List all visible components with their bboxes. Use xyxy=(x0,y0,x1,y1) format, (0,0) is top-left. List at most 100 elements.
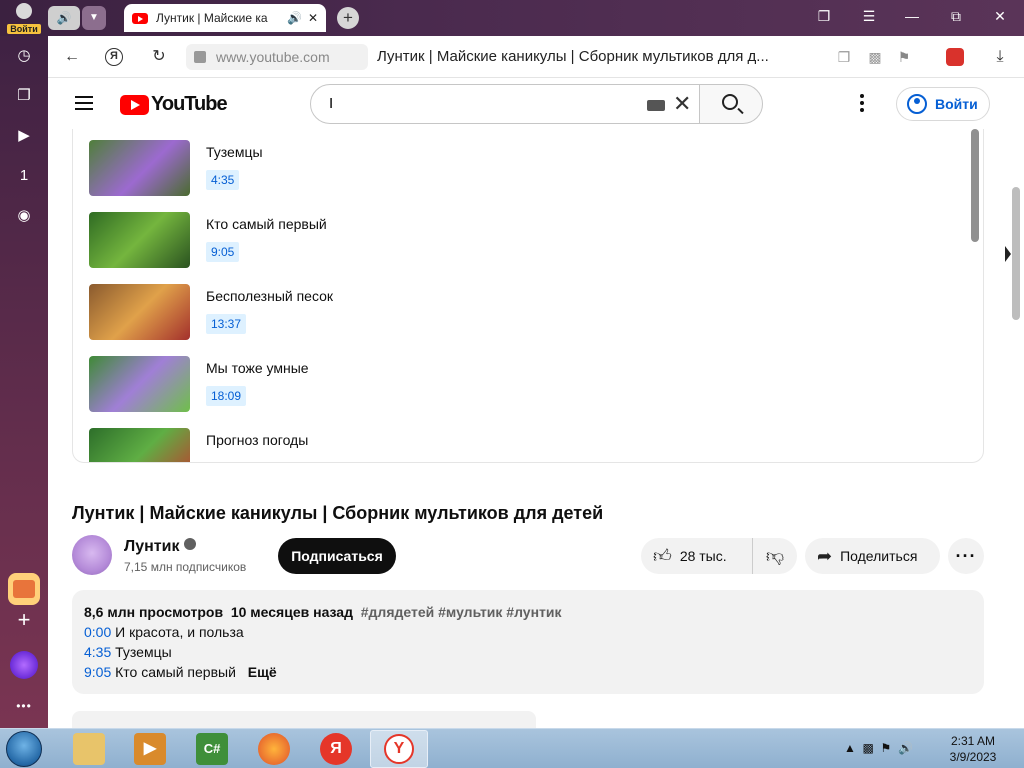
lock-icon[interactable] xyxy=(194,51,206,63)
chapter-item[interactable]: Прогноз погоды xyxy=(89,428,949,462)
timestamp-link[interactable]: 0:00 xyxy=(84,624,111,640)
search-box[interactable]: ✕ xyxy=(310,84,700,124)
reload-icon[interactable]: ↻ xyxy=(148,46,170,68)
chapter-item[interactable]: Кто самый первый 9:05 xyxy=(89,212,949,268)
start-button[interactable] xyxy=(6,731,42,767)
minimize-icon[interactable]: — xyxy=(902,8,922,24)
youtube-play-icon xyxy=(120,94,149,115)
channel-avatar[interactable] xyxy=(72,535,112,575)
history-icon[interactable]: ◷ xyxy=(12,44,36,68)
description-text: И красота, и польза xyxy=(115,624,244,640)
chapter-title: Прогноз погоды xyxy=(206,432,309,448)
address-bar: ← Я ↻ www.youtube.com Лунтик | Майские к… xyxy=(48,36,1024,78)
browser-tab-bar: Войти 🔊 ▼ Лунтик | Майские ка 🔊 ✕ + ❐ ☰ … xyxy=(0,0,1024,36)
youtube-logo-text: YouTube xyxy=(151,93,228,115)
signin-label: Войти xyxy=(935,96,978,112)
chapters-panel: Туземцы 4:35 Кто самый первый 9:05 Беспо… xyxy=(72,129,984,463)
close-window-icon[interactable]: ✕ xyxy=(990,8,1010,25)
chapter-thumbnail xyxy=(89,356,190,412)
clear-search-icon[interactable]: ✕ xyxy=(673,93,691,115)
protect-icon[interactable]: ▩ xyxy=(864,46,886,68)
screenshot-icon[interactable]: ◉ xyxy=(12,204,36,228)
page-scrollbar[interactable] xyxy=(1012,187,1020,320)
dislike-button[interactable]: 👎︎ xyxy=(753,545,797,567)
hashtags[interactable]: #длядетей #мультик #лунтик xyxy=(361,604,562,620)
timestamp-link[interactable]: 4:35 xyxy=(84,644,111,660)
chapter-time: 4:35 xyxy=(206,170,240,190)
media-player-icon[interactable]: ▶ xyxy=(134,733,166,765)
video-title: Лунтик | Майские каникулы | Сборник муль… xyxy=(72,503,604,523)
translate-icon[interactable]: ❐ xyxy=(833,46,855,68)
bookmarks-panel-icon[interactable]: ❐ xyxy=(814,8,834,25)
browser-sidebar: ◷ ❐ ▶ 1 ◉ + ••• xyxy=(0,36,48,728)
search-input[interactable] xyxy=(329,95,629,112)
firefox-icon[interactable] xyxy=(258,733,290,765)
search-icon xyxy=(722,94,738,110)
browser-menu-icon[interactable]: ☰ xyxy=(859,8,879,25)
share-icon: ➦ xyxy=(817,545,833,566)
downloads-icon[interactable]: ⤓ xyxy=(989,46,1011,68)
add-panel-icon[interactable]: + xyxy=(8,605,40,637)
tab-list-dropdown[interactable]: ▼ xyxy=(82,6,106,30)
yandex-browser-icon[interactable]: Я xyxy=(320,733,352,765)
description-box[interactable]: 8,6 млн просмотров 10 месяцев назад #для… xyxy=(72,590,984,694)
restore-icon[interactable]: ⧉ xyxy=(946,8,966,25)
windows-taskbar: ▶ C# Я Y ▲ ▩ ⚑ 🔊 2:31 AM 3/9/2023 xyxy=(0,728,1024,768)
youtube-logo[interactable]: YouTube xyxy=(120,93,228,116)
subscribe-button[interactable]: Подписаться xyxy=(278,538,396,574)
back-arrow-icon[interactable]: ← xyxy=(61,46,83,68)
url-text: www.youtube.com xyxy=(216,49,330,65)
tab-close-icon[interactable]: ✕ xyxy=(308,11,318,25)
description-meta: 8,6 млн просмотров 10 месяцев назад #для… xyxy=(84,602,972,622)
thumbs-up-icon: 👍︎ xyxy=(653,546,672,566)
timestamp-link[interactable]: 9:05 xyxy=(84,664,111,680)
new-tab-button[interactable]: + xyxy=(337,7,359,29)
signin-button[interactable]: Войти xyxy=(896,87,990,121)
video-play-icon[interactable]: ▶ xyxy=(12,124,36,148)
csharp-app-icon[interactable]: C# xyxy=(196,733,228,765)
browser-account-button[interactable]: Войти xyxy=(4,2,44,34)
clock-time: 2:31 AM xyxy=(950,734,996,748)
chapter-item[interactable]: Мы тоже умные 18:09 xyxy=(89,356,949,412)
youtube-favicon-icon xyxy=(132,12,148,24)
more-icon[interactable]: ••• xyxy=(12,694,36,718)
share-button[interactable]: ➦ Поделиться xyxy=(805,538,940,574)
bookmark-icon[interactable]: ⚑ xyxy=(893,46,915,68)
extension-icon[interactable] xyxy=(946,48,964,66)
account-icon xyxy=(907,94,927,114)
yandex-icon[interactable]: Я xyxy=(105,48,123,66)
like-count: 28 тыс. xyxy=(679,548,727,564)
show-more-link[interactable]: Ещё xyxy=(248,664,277,680)
channel-name[interactable]: Лунтик xyxy=(124,538,197,556)
tab-youtube[interactable]: Лунтик | Майские ка 🔊 ✕ xyxy=(124,4,326,32)
mail-icon[interactable] xyxy=(8,573,40,605)
chapter-title: Бесполезный песок xyxy=(206,288,334,304)
search-button[interactable] xyxy=(699,84,763,124)
more-actions-button[interactable]: ··· xyxy=(948,538,984,574)
tab-one-icon[interactable]: 1 xyxy=(12,164,36,188)
alice-assistant-icon[interactable] xyxy=(10,651,38,679)
chapter-time: 18:09 xyxy=(206,386,247,406)
clock[interactable]: 2:31 AM 3/9/2023 xyxy=(940,733,1006,765)
tab-audio-icon[interactable]: 🔊 xyxy=(287,11,302,25)
yandex-browser-active-icon: Y xyxy=(384,734,414,764)
keyboard-icon[interactable] xyxy=(647,100,665,111)
mouse-cursor-icon xyxy=(1005,246,1011,262)
collections-icon[interactable]: ❐ xyxy=(12,84,36,108)
settings-menu-icon[interactable] xyxy=(860,94,864,114)
chapters-scrollbar[interactable] xyxy=(971,129,979,242)
chapter-item[interactable]: Бесполезный песок 13:37 xyxy=(89,284,949,340)
pinned-audio-tab[interactable]: 🔊 xyxy=(48,6,80,30)
like-button[interactable]: 👍︎ 28 тыс. xyxy=(641,538,753,574)
explorer-icon[interactable] xyxy=(73,733,105,765)
system-tray[interactable]: ▲ ▩ ⚑ 🔊 xyxy=(844,741,913,755)
like-dislike-group: 👍︎ 28 тыс. 👎︎ xyxy=(641,538,797,574)
chapter-item[interactable]: Туземцы 4:35 xyxy=(89,140,949,196)
active-taskbar-app[interactable]: Y xyxy=(370,730,428,768)
thumbs-down-icon: 👎︎ xyxy=(765,546,785,566)
menu-icon[interactable] xyxy=(75,96,93,110)
chapter-time: 9:05 xyxy=(206,242,240,262)
youtube-header: YouTube ✕ Войти xyxy=(48,79,1024,129)
url-field[interactable]: www.youtube.com xyxy=(186,44,368,70)
channel-name-text: Лунтик xyxy=(124,538,180,555)
